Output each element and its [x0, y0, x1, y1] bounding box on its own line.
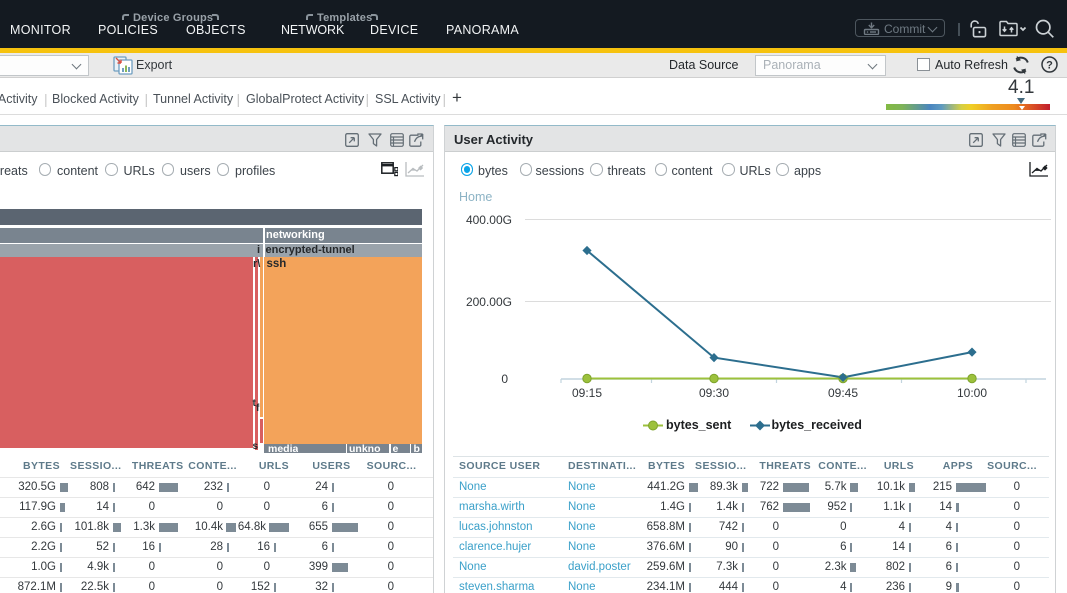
svg-text:?: ? [1046, 59, 1053, 71]
